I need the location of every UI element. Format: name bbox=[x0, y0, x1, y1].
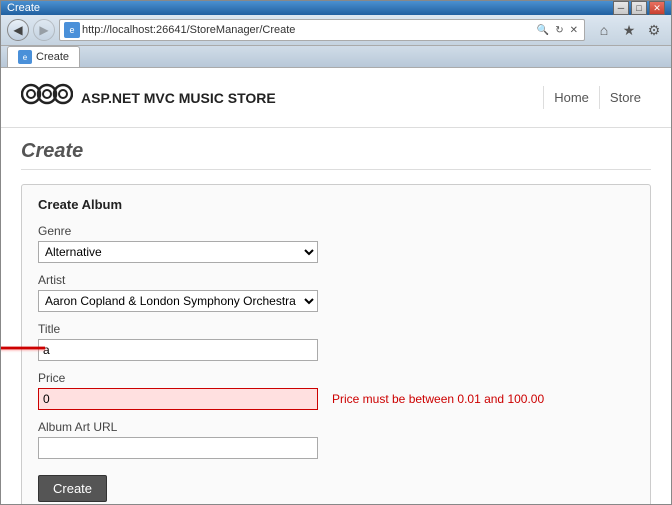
genre-group: Genre Alternative Classical Country Disc… bbox=[38, 224, 634, 263]
back-nav-button[interactable]: ◀ bbox=[7, 19, 29, 41]
minimize-button[interactable]: ─ bbox=[613, 1, 629, 15]
price-group: Price Price must be between 0.01 and 100… bbox=[38, 371, 634, 410]
logo-icon bbox=[21, 76, 73, 119]
tab-ie-icon: e bbox=[18, 50, 32, 64]
address-text: http://localhost:26641/StoreManager/Crea… bbox=[82, 24, 533, 36]
tab-bar: e Create bbox=[1, 46, 671, 68]
address-search-icon[interactable]: 🔍 bbox=[535, 25, 551, 36]
form-panel-title: Create Album bbox=[38, 197, 634, 212]
price-label: Price bbox=[38, 371, 634, 385]
address-refresh-icon[interactable]: ↻ bbox=[553, 25, 565, 36]
price-error-message: Price must be between 0.01 and 100.00 bbox=[332, 392, 544, 406]
browser-toolbar-right: ⌂ ★ ⚙ bbox=[593, 19, 665, 41]
artist-group: Artist Aaron Copland & London Symphony O… bbox=[38, 273, 634, 312]
site-logo: ASP.NET MVC MUSIC STORE bbox=[21, 76, 276, 119]
nav-home[interactable]: Home bbox=[543, 86, 599, 109]
create-button[interactable]: Create bbox=[38, 475, 107, 502]
title-group: Title bbox=[38, 322, 634, 361]
album-art-input[interactable] bbox=[38, 437, 318, 459]
page-content: ASP.NET MVC MUSIC STORE Home Store Creat… bbox=[1, 68, 671, 505]
settings-button[interactable]: ⚙ bbox=[643, 19, 665, 41]
home-button[interactable]: ⌂ bbox=[593, 19, 615, 41]
page-heading: Create bbox=[21, 140, 651, 170]
logo-svg bbox=[21, 76, 73, 112]
forward-arrow-icon: ▶ bbox=[39, 23, 48, 37]
address-actions: 🔍 ↻ ✕ bbox=[535, 25, 580, 36]
maximize-button[interactable]: □ bbox=[631, 1, 647, 15]
site-title: ASP.NET MVC MUSIC STORE bbox=[81, 90, 276, 106]
nav-store[interactable]: Store bbox=[599, 86, 651, 109]
title-label: Title bbox=[38, 322, 634, 336]
ie-icon: e bbox=[64, 22, 80, 38]
price-row: Price must be between 0.01 and 100.00 bbox=[38, 388, 634, 410]
main-area: Create Create Album Genre Alternative Cl… bbox=[1, 128, 671, 505]
genre-select[interactable]: Alternative Classical Country Disco Funk… bbox=[38, 241, 318, 263]
forward-nav-button[interactable]: ▶ bbox=[33, 19, 55, 41]
window-titlebar: Create ─ □ ✕ bbox=[1, 1, 671, 15]
album-art-label: Album Art URL bbox=[38, 420, 634, 434]
title-input[interactable] bbox=[38, 339, 318, 361]
favorites-button[interactable]: ★ bbox=[618, 19, 640, 41]
address-bar[interactable]: e http://localhost:26641/StoreManager/Cr… bbox=[59, 19, 585, 41]
back-arrow-icon: ◀ bbox=[13, 23, 22, 37]
artist-label: Artist bbox=[38, 273, 634, 287]
genre-label: Genre bbox=[38, 224, 634, 238]
window-controls: ─ □ ✕ bbox=[613, 1, 665, 15]
window-title: Create bbox=[7, 2, 40, 14]
site-nav: Home Store bbox=[543, 86, 651, 109]
site-header: ASP.NET MVC MUSIC STORE Home Store bbox=[1, 68, 671, 128]
close-button[interactable]: ✕ bbox=[649, 1, 665, 15]
form-panel: Create Album Genre Alternative Classical… bbox=[21, 184, 651, 505]
address-close-icon[interactable]: ✕ bbox=[568, 25, 580, 36]
album-art-group: Album Art URL bbox=[38, 420, 634, 459]
browser-toolbar: ◀ ▶ e http://localhost:26641/StoreManage… bbox=[1, 15, 671, 46]
price-input[interactable] bbox=[38, 388, 318, 410]
tab-label: Create bbox=[36, 51, 69, 63]
tab-create[interactable]: e Create bbox=[7, 46, 80, 67]
artist-select[interactable]: Aaron Copland & London Symphony Orchestr… bbox=[38, 290, 318, 312]
